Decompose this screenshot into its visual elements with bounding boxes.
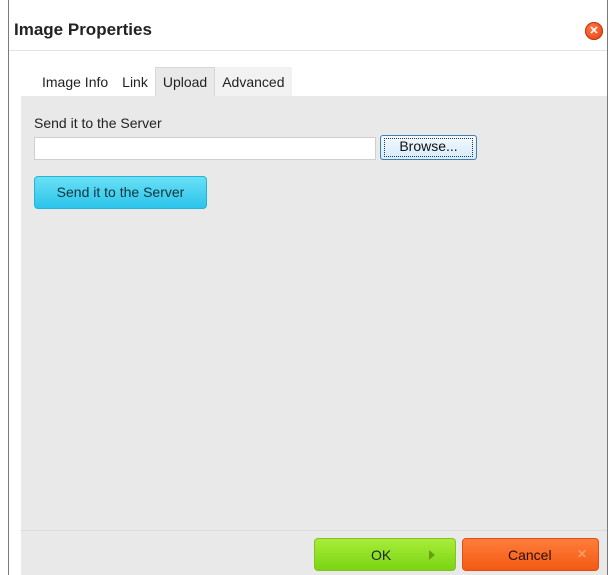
x-icon: ✕ <box>577 547 588 561</box>
tab-upload[interactable]: Upload <box>154 67 216 97</box>
close-icon: ✕ <box>589 25 599 37</box>
file-path-input[interactable] <box>34 137 376 160</box>
dialog-footer: OK Cancel ✕ <box>21 530 607 575</box>
focus-ring <box>384 138 473 157</box>
dialog-titlebar: Image Properties ✕ <box>9 0 607 51</box>
upload-panel: Send it to the Server Browse... Send it … <box>21 96 607 530</box>
dialog-title: Image Properties <box>14 20 152 39</box>
close-button[interactable]: ✕ <box>585 22 603 40</box>
ok-button-label: OK <box>371 547 392 563</box>
image-properties-dialog: Image Properties ✕ Image Info Link Uploa… <box>8 0 608 575</box>
cancel-button-label: Cancel <box>508 547 552 563</box>
tab-bar: Image Info Link Upload Advanced <box>35 67 292 97</box>
browse-button[interactable]: Browse... <box>380 135 477 160</box>
tab-link[interactable]: Link <box>115 67 155 97</box>
cancel-button[interactable]: Cancel ✕ <box>462 538 599 571</box>
send-to-server-button[interactable]: Send it to the Server <box>34 176 207 209</box>
tab-image-info[interactable]: Image Info <box>35 67 116 97</box>
arrow-right-icon <box>429 550 435 560</box>
ok-button[interactable]: OK <box>314 538 456 571</box>
upload-field-label: Send it to the Server <box>34 115 162 131</box>
tab-advanced[interactable]: Advanced <box>215 67 292 97</box>
